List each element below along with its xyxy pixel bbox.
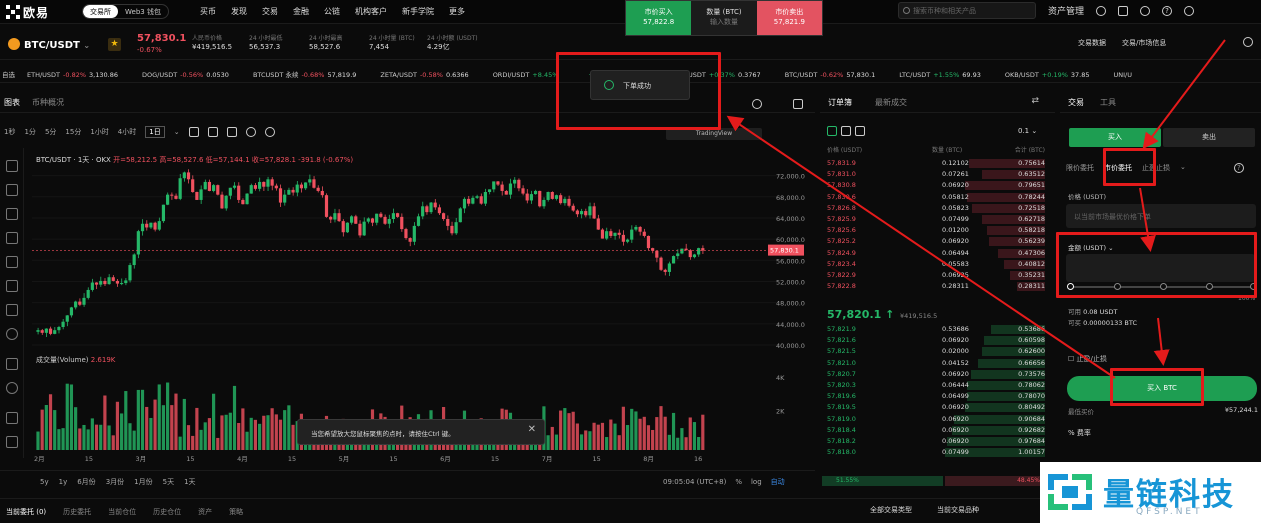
watermark-logo-icon [1048, 474, 1092, 510]
arrow [1139, 187, 1156, 252]
arrow [1153, 317, 1170, 366]
arrow [1142, 39, 1226, 150]
app-root: 欧易 交易所 Web3 钱包 买币 发现 交易 金融 公链 机构客户 新手学院 … [0, 0, 1261, 523]
arrow [726, 115, 1116, 379]
annotation-arrows [726, 39, 1226, 379]
watermark-domain: QFSP.NET [1136, 507, 1203, 517]
